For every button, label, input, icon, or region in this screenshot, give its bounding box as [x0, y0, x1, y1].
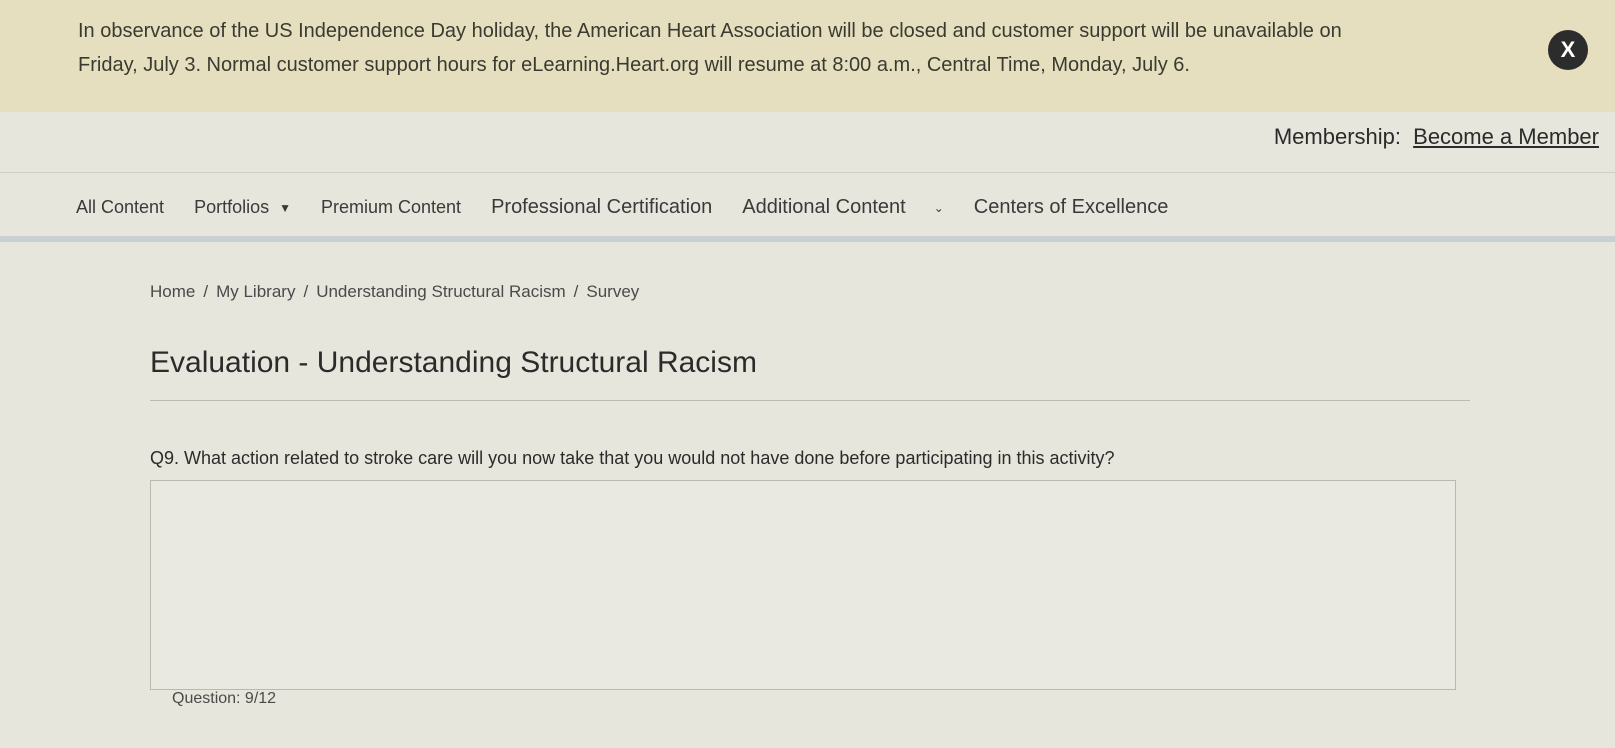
- question-text: Q9. What action related to stroke care w…: [150, 448, 1115, 468]
- breadcrumb: Home / My Library / Understanding Struct…: [150, 282, 639, 302]
- nav-portfolios[interactable]: Portfolios ▼: [194, 197, 291, 218]
- membership-label: Membership:: [1273, 124, 1402, 149]
- nav-all-content[interactable]: All Content: [76, 197, 164, 218]
- title-divider: [150, 400, 1470, 401]
- announcement-banner: In observance of the US Independence Day…: [0, 0, 1615, 112]
- chevron-down-icon: ⌄: [933, 200, 944, 215]
- nav-premium-content[interactable]: Premium Content: [321, 197, 461, 218]
- breadcrumb-separator: /: [303, 282, 309, 301]
- banner-line-2: Friday, July 3. Normal customer support …: [78, 54, 1190, 76]
- membership-bar: Membership: Become a Member: [1274, 124, 1599, 150]
- nav-professional-certification[interactable]: Professional Certification: [491, 196, 712, 219]
- banner-close-button[interactable]: X: [1548, 30, 1588, 70]
- banner-text: In observance of the US Independence Day…: [78, 14, 1458, 82]
- nav-additional-content[interactable]: Additional Content ⌄: [742, 196, 944, 219]
- nav-underline: [0, 236, 1615, 242]
- close-icon: X: [1560, 37, 1576, 62]
- nav-centers-of-excellence[interactable]: Centers of Excellence: [974, 196, 1169, 219]
- chevron-down-icon: ▼: [279, 200, 291, 215]
- breadcrumb-home[interactable]: Home: [150, 282, 195, 302]
- nav-label: All Content: [76, 197, 165, 217]
- answer-textarea[interactable]: [150, 480, 1456, 690]
- nav-label: Additional Content: [742, 196, 906, 218]
- breadcrumb-separator: /: [203, 282, 209, 301]
- main-nav: All Content Portfolios ▼ Premium Content…: [76, 196, 1198, 219]
- question-progress: Question: 9/12: [172, 690, 277, 707]
- header-divider: [0, 172, 1615, 173]
- breadcrumb-my-library[interactable]: My Library: [216, 282, 295, 302]
- page-title: Evaluation - Understanding Structural Ra…: [150, 346, 757, 379]
- breadcrumb-survey: Survey: [586, 282, 640, 301]
- nav-label: Centers of Excellence: [973, 196, 1169, 218]
- banner-line-1: In observance of the US Independence Day…: [78, 20, 1342, 42]
- nav-label: Professional Certification: [491, 196, 713, 218]
- breadcrumb-course[interactable]: Understanding Structural Racism: [316, 282, 565, 302]
- nav-label: Portfolios: [194, 197, 270, 217]
- breadcrumb-separator: /: [573, 282, 579, 301]
- nav-label: Premium Content: [321, 197, 462, 217]
- become-member-link[interactable]: Become a Member: [1413, 124, 1599, 149]
